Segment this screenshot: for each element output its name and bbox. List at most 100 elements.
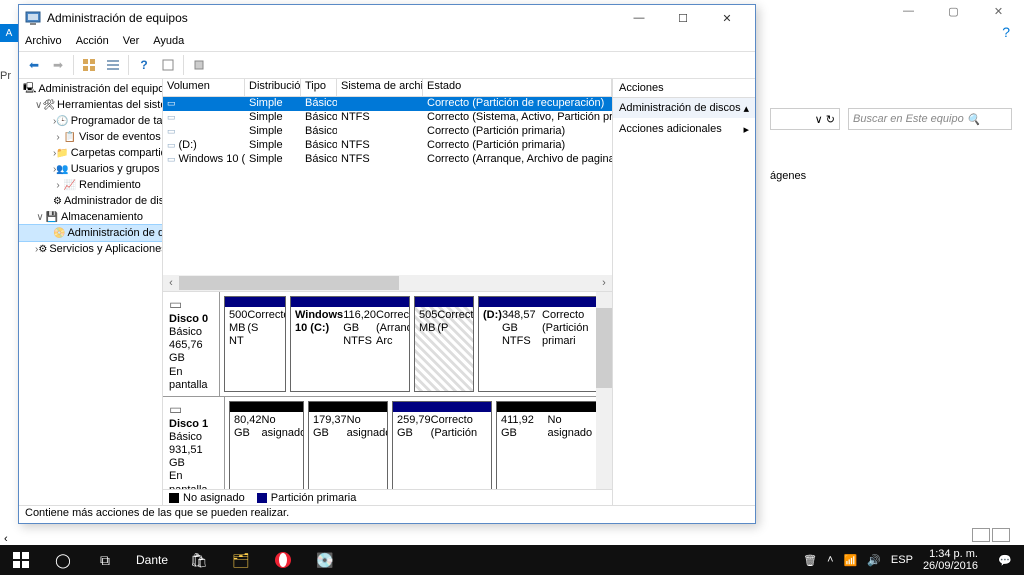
col-estado[interactable]: Estado [423,79,612,97]
tree-system-tools[interactable]: ∨🛠Herramientas del sistema [19,97,162,113]
disk1-partition-3[interactable]: 259,79 GBCorrecto (Partición [392,401,492,497]
titlebar[interactable]: Administración de equipos — ☐ ✕ [19,5,755,31]
bg-address-bar[interactable]: ∨ ↻ [770,108,840,130]
disk0-partition-2[interactable]: Windows 10 (C:)116,20 GB NTFSCorrecto (A… [290,296,410,392]
disk1-partition-4[interactable]: 411,92 GBNo asignado [496,401,608,497]
taskbar-app-opera[interactable] [262,545,304,575]
volume-row[interactable]: SimpleBásicoCorrecto (Partición primaria… [163,125,612,139]
statusbar: Contiene más acciones de las que se pued… [19,505,755,523]
toolbar: ⬅ ➡ ? [19,51,755,79]
volume-row[interactable]: (D:)SimpleBásicoNTFSCorrecto (Partición … [163,139,612,153]
view-grid-button[interactable] [78,54,100,76]
minimize-button[interactable]: — [617,5,661,31]
tree-event-viewer[interactable]: ›📋Visor de eventos [19,129,162,145]
col-volumen[interactable]: Volumen [163,79,245,97]
menubar: Archivo Acción Ver Ayuda [19,31,755,51]
bg-help-icon[interactable]: ? [1002,24,1010,40]
disk1-info[interactable]: ▭ Disco 1 Básico 931,51 GB En pantalla [163,397,225,501]
tree-root[interactable]: 🖳Administración del equipo (loc [19,81,162,97]
collapse-icon: ▴ [743,102,749,115]
nav-back-button[interactable]: ⬅ [23,54,45,76]
taskbar-app-diskmgmt[interactable]: 💽 [304,545,346,575]
tray-recycle-icon[interactable]: 🗑 [803,554,817,567]
volume-row[interactable]: SimpleBásicoCorrecto (Partición de recup… [163,97,612,111]
cortana-button[interactable]: ◯ [42,545,84,575]
tree-task-scheduler[interactable]: ›🕒Programador de tareas [19,113,162,129]
maximize-button[interactable]: ☐ [661,5,705,31]
bg-category-label: ágenes [770,170,806,182]
legend: No asignado Partición primaria [163,489,612,505]
tree-disk-management[interactable]: 📀Administración de disco [19,225,162,241]
tree-performance[interactable]: ›📈Rendimiento [19,177,162,193]
col-fs[interactable]: Sistema de archivos [337,79,423,97]
tray-language[interactable]: ESP [891,554,913,566]
bg-view-details-icon[interactable] [972,528,990,542]
scroll-left-icon[interactable]: ‹ [163,277,179,289]
refresh-button[interactable] [157,54,179,76]
nav-tree[interactable]: 🖳Administración del equipo (loc ∨🛠Herram… [19,79,163,505]
bg-maximize-button[interactable]: ▢ [931,0,976,22]
close-button[interactable]: ✕ [705,5,749,31]
bg-view-icons-icon[interactable] [992,528,1010,542]
disk1-partition-1[interactable]: 80,42 GBNo asignado [229,401,304,497]
disk0-partition-4[interactable]: (D:)348,57 GB NTFSCorrecto (Partición pr… [478,296,608,392]
nav-forward-button[interactable]: ➡ [47,54,69,76]
volume-hscrollbar[interactable]: ‹ › [163,275,612,291]
address-dropdown-icon[interactable]: ∨ [815,113,823,126]
disk1-partition-2[interactable]: 179,37 GBNo asignado [308,401,388,497]
actions-more[interactable]: Acciones adicionales▸ [613,119,755,139]
col-tipo[interactable]: Tipo [301,79,337,97]
disk-row-1[interactable]: ▭ Disco 1 Básico 931,51 GB En pantalla 8… [163,397,612,502]
legend-swatch-unallocated [169,493,179,503]
scroll-left-icon[interactable]: ‹ [4,533,8,545]
tray-overflow-icon[interactable]: ˄ [827,554,833,566]
bg-search-input[interactable]: Buscar en Este equipo 🔍 [848,108,1012,130]
submenu-icon: ▸ [743,123,749,136]
menu-ver[interactable]: Ver [123,35,140,47]
address-refresh-icon[interactable]: ↻ [826,113,835,126]
taskbar-app-dante[interactable]: Dante [126,545,178,575]
tray-network-icon[interactable]: 📶 [844,554,858,567]
action-center-button[interactable]: 💬 [986,545,1024,575]
computer-management-window: Administración de equipos — ☐ ✕ Archivo … [18,4,756,524]
taskbar[interactable]: ◯ ⧉ Dante 🛍 🗂 💽 🗑 ˄ 📶 🔊 ESP 1:34 p. m. 2… [0,545,1024,575]
disk-row-0[interactable]: ▭ Disco 0 Básico 465,76 GB En pantalla 5… [163,292,612,397]
col-distribucion[interactable]: Distribución [245,79,301,97]
menu-archivo[interactable]: Archivo [25,35,62,47]
menu-accion[interactable]: Acción [76,35,109,47]
taskbar-app-store[interactable]: 🛍 [178,545,220,575]
graph-vscrollbar[interactable] [596,292,612,489]
tree-device-manager[interactable]: ⚙Administrador de dispo [19,193,162,209]
menu-ayuda[interactable]: Ayuda [153,35,184,47]
actions-diskmgmt[interactable]: Administración de discos▴ [613,98,755,119]
disk0-partition-1[interactable]: 500 MB NTCorrecto (S [224,296,286,392]
bg-minimize-button[interactable]: — [886,0,931,22]
volume-columns[interactable]: Volumen Distribución Tipo Sistema de arc… [163,79,612,97]
disk0-info[interactable]: ▭ Disco 0 Básico 465,76 GB En pantalla [163,292,220,396]
settings-button[interactable] [188,54,210,76]
hdd-icon: ▭ [169,401,218,418]
volume-row[interactable]: SimpleBásicoNTFSCorrecto (Sistema, Activ… [163,111,612,125]
start-button[interactable] [0,545,42,575]
window-title: Administración de equipos [47,11,617,25]
center-pane: Volumen Distribución Tipo Sistema de arc… [163,79,613,505]
tree-storage[interactable]: ∨💾Almacenamiento [19,209,162,225]
ribbon-tab-fragment[interactable]: A [0,24,18,42]
volume-list[interactable]: Volumen Distribución Tipo Sistema de arc… [163,79,612,291]
scroll-right-icon[interactable]: › [596,277,612,289]
bg-close-button[interactable]: ✕ [976,0,1021,22]
help-button[interactable]: ? [133,54,155,76]
volume-row[interactable]: Windows 10 (C:)SimpleBásicoNTFSCorrecto … [163,153,612,167]
tree-services-apps[interactable]: ›⚙Servicios y Aplicaciones [19,241,162,257]
systray[interactable]: 🗑 ˄ 📶 🔊 ESP [801,554,915,567]
tray-volume-icon[interactable]: 🔊 [867,554,881,567]
disk0-partition-3[interactable]: 505 MBCorrecto (P [414,296,474,392]
taskbar-app-explorer[interactable]: 🗂 [220,545,262,575]
view-list-button[interactable] [102,54,124,76]
disk-graphical-view: ▭ Disco 0 Básico 465,76 GB En pantalla 5… [163,291,612,505]
tree-shared-folders[interactable]: ›📁Carpetas compartidas [19,145,162,161]
scroll-thumb[interactable] [179,276,399,290]
taskbar-clock[interactable]: 1:34 p. m. 26/09/2016 [915,548,986,572]
taskview-button[interactable]: ⧉ [84,545,126,575]
tree-local-users[interactable]: ›👥Usuarios y grupos locale [19,161,162,177]
